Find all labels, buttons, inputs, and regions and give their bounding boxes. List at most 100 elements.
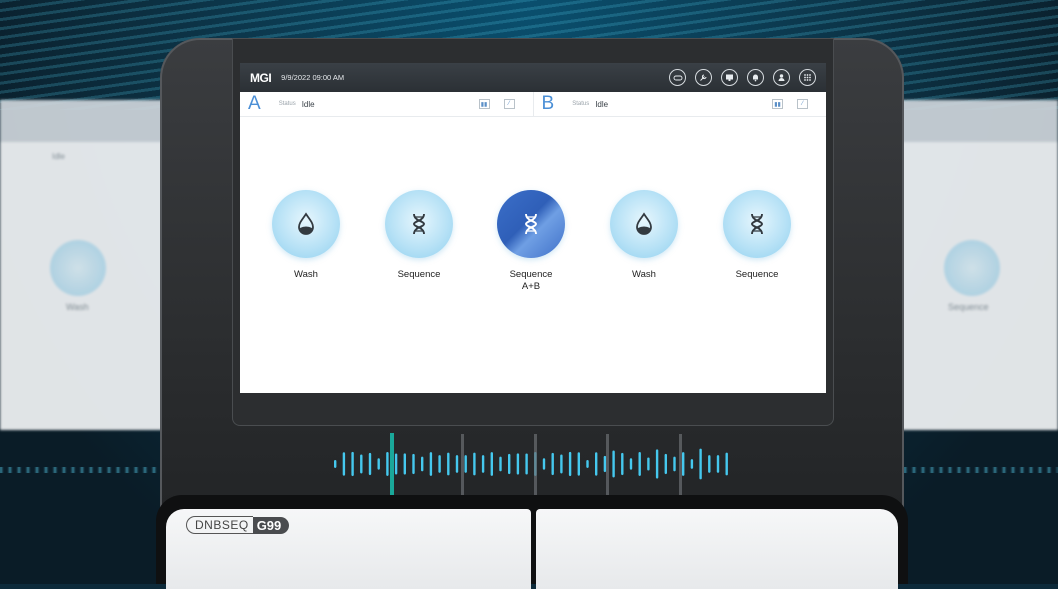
waveform-bar	[429, 452, 433, 476]
waveform-bar	[438, 455, 441, 473]
mode-b-actions: ▮▮ ⁄	[772, 99, 808, 109]
waveform-bar	[577, 452, 580, 476]
waveform-bar	[725, 452, 728, 476]
waveform-bar	[542, 458, 546, 470]
waveform-bar	[421, 456, 424, 472]
bell-icon[interactable]	[747, 69, 764, 86]
water-drop-icon[interactable]	[610, 190, 678, 258]
tile-label: Sequence A+B	[509, 269, 553, 292]
waveform-bar	[708, 455, 711, 473]
waveform-bar	[508, 453, 511, 475]
mode-a-status-label: Status	[278, 101, 296, 107]
left-ghost-screen: Idle Wash	[0, 100, 172, 430]
apps-grid-icon[interactable]	[799, 69, 816, 86]
waveform-bar	[586, 459, 589, 469]
waveform-marker	[679, 434, 682, 496]
waveform-bar	[481, 455, 485, 473]
tile-label: Wash	[632, 269, 656, 280]
waveform-bar	[682, 452, 685, 476]
waveform-bar	[377, 458, 380, 470]
tile-label: Sequence	[397, 269, 441, 280]
left-ghost-topbar	[0, 100, 172, 142]
waveform-bar	[490, 452, 493, 476]
front-panel: DNBSEQ G99	[156, 495, 908, 589]
waveform-bar	[403, 453, 406, 475]
waveform-bar	[560, 454, 563, 474]
waveform-bar	[386, 452, 389, 476]
waveform-bar	[473, 452, 476, 476]
brand-prefix: DNBSEQ	[186, 516, 253, 534]
mode-b-status-label: Status	[572, 101, 590, 107]
mode-b-panel[interactable]: B Status Idle ▮▮ ⁄	[532, 92, 827, 116]
waveform-bar	[629, 458, 633, 470]
mode-b-flowcell-icon[interactable]: ▮▮	[772, 99, 783, 109]
right-ghost-topbar	[886, 100, 1058, 142]
waveform-bar	[716, 455, 720, 473]
top-bar: MGI 9/9/2022 09:00 AM	[240, 63, 826, 92]
waveform-bar	[690, 459, 694, 469]
waveform-marker	[534, 434, 537, 496]
waveform-bar	[595, 452, 598, 476]
right-ghost-screen: Sequence	[886, 100, 1058, 430]
waveform-bar	[334, 460, 337, 468]
waveform-bar	[499, 456, 502, 472]
waveform-bar	[368, 452, 372, 476]
waveform-bar	[612, 450, 615, 478]
audio-waveform	[334, 433, 728, 501]
user-icon[interactable]	[773, 69, 790, 86]
mode-b-chart-icon[interactable]: ⁄	[797, 99, 808, 109]
monitor-icon[interactable]	[721, 69, 738, 86]
waveform-bar	[638, 452, 641, 476]
waveform-bar	[464, 455, 467, 473]
waveform-bar	[655, 449, 659, 479]
datetime: 9/9/2022 09:00 AM	[281, 73, 345, 82]
waveform-bar	[394, 453, 398, 475]
top-icons	[669, 69, 816, 86]
waveform-bar	[673, 456, 676, 472]
waveform-bar	[516, 453, 520, 475]
waveform-bar	[699, 448, 702, 480]
mode-bar: A Status Idle ▮▮ ⁄ B Status Idle ▮▮ ⁄	[240, 92, 826, 117]
mode-a-actions: ▮▮ ⁄	[478, 99, 515, 109]
right-ghost-tile	[944, 240, 1000, 296]
waveform-bar	[603, 455, 607, 473]
dna-icon[interactable]	[497, 190, 565, 258]
tile-label: Sequence	[735, 269, 779, 280]
waveform-bar	[551, 452, 554, 476]
waveform-marker	[606, 434, 609, 496]
waveform-playhead	[390, 433, 394, 501]
mode-a-flowcell-icon[interactable]: ▮▮	[478, 99, 490, 109]
mgi-logo: MGI	[250, 70, 272, 85]
waveform-bar	[621, 452, 624, 476]
right-ghost-label: Sequence	[948, 302, 989, 312]
waveform-bar	[455, 455, 459, 473]
waveform-bar	[525, 453, 528, 475]
waveform-bar	[647, 457, 650, 471]
left-ghost-label: Wash	[66, 302, 89, 312]
dump-icon[interactable]	[669, 69, 686, 86]
waveform-marker	[461, 434, 464, 496]
tile-sequence[interactable]: Sequence	[374, 190, 464, 281]
waveform-bar	[342, 452, 346, 476]
tile-sequence-a-b[interactable]: Sequence A+B	[486, 190, 576, 293]
mode-a-chart-icon[interactable]: ⁄	[503, 99, 515, 109]
left-ghost-tile	[50, 240, 106, 296]
dna-icon[interactable]	[385, 190, 453, 258]
waveform-bar	[447, 452, 450, 476]
touch-screen: MGI 9/9/2022 09:00 AM A Status Idle ▮▮ ⁄…	[240, 63, 826, 393]
waveform-bar	[664, 453, 667, 475]
tile-wash[interactable]: Wash	[599, 190, 689, 281]
dna-icon[interactable]	[723, 190, 791, 258]
waveform-bar	[412, 453, 415, 475]
brand-model: G99	[252, 516, 290, 534]
mode-b-letter: B	[541, 93, 555, 114]
right-drawer[interactable]	[536, 509, 898, 589]
tile-sequence[interactable]: Sequence	[712, 190, 802, 281]
waveform-bar	[568, 451, 572, 477]
mode-a-panel[interactable]: A Status Idle ▮▮ ⁄	[240, 92, 533, 116]
tile-label: Wash	[294, 269, 318, 280]
mode-a-status-value: Idle	[301, 99, 315, 109]
tile-wash[interactable]: Wash	[261, 190, 351, 281]
water-drop-icon[interactable]	[272, 190, 340, 258]
wrench-icon[interactable]	[695, 69, 712, 86]
